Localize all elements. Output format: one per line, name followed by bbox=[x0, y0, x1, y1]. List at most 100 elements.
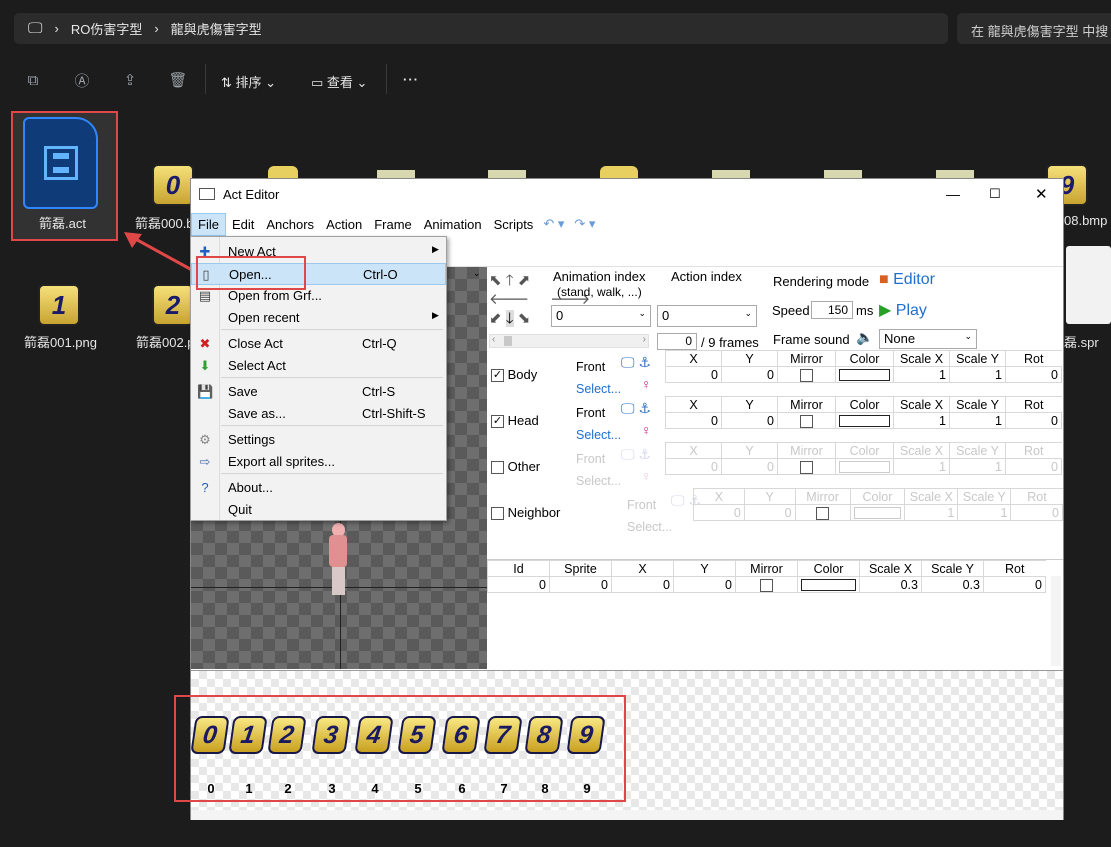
action-index-select[interactable]: 0 ⌄ bbox=[657, 305, 757, 327]
menu-action[interactable]: Action bbox=[320, 214, 368, 235]
horizontal-scrollbar[interactable] bbox=[191, 810, 1063, 820]
layer-value[interactable]: 0 bbox=[1005, 366, 1062, 383]
image-file-icon[interactable]: 0 bbox=[152, 164, 194, 206]
mirror-checkbox[interactable] bbox=[777, 412, 836, 429]
monitor-icon[interactable]: 🖵 bbox=[621, 446, 635, 462]
arrow-n-icon[interactable]: 🡑 bbox=[506, 272, 514, 289]
file-icon[interactable] bbox=[1066, 246, 1111, 324]
layer-value[interactable]: 0 bbox=[721, 412, 778, 429]
animation-index-select[interactable]: 0 ⌄ bbox=[551, 305, 651, 327]
redo-icon[interactable]: ↷ ▾ bbox=[574, 216, 595, 232]
layer-value[interactable]: 1 bbox=[949, 412, 1006, 429]
anchor-icon[interactable]: ⚓ bbox=[638, 400, 651, 416]
menu-animation[interactable]: Animation bbox=[418, 214, 488, 235]
arrow-ne-icon[interactable]: ⬈ bbox=[518, 272, 531, 289]
layer-value[interactable]: 0 bbox=[665, 458, 722, 475]
layer-neighbor-checkbox[interactable]: Neighbor bbox=[491, 505, 560, 521]
select-sprite-link[interactable]: Select... bbox=[627, 520, 672, 534]
mirror-checkbox[interactable] bbox=[777, 458, 836, 475]
menu-frame[interactable]: Frame bbox=[368, 214, 418, 235]
rendering-mode-button[interactable]: ■ Editor bbox=[879, 271, 935, 289]
direction-pad[interactable]: ⬉ 🡑 ⬈ 🡐 🡒 ⬋ 🡓 ⬊ bbox=[489, 271, 590, 329]
image-file-icon[interactable]: 2 bbox=[152, 284, 194, 326]
more-options-icon[interactable]: ··· bbox=[403, 72, 419, 87]
chevron-left-icon[interactable]: ‹ bbox=[492, 334, 495, 345]
address-bar[interactable]: 🖵 › RO伤害字型 › 龍與虎傷害字型 bbox=[14, 13, 948, 44]
female-icon[interactable]: ♀ bbox=[641, 468, 652, 484]
share-icon[interactable]: ⇪ bbox=[118, 68, 142, 92]
table-cell[interactable]: 0 bbox=[549, 576, 612, 593]
menu-file[interactable]: File bbox=[191, 212, 226, 236]
image-file-icon[interactable]: 1 bbox=[38, 284, 80, 326]
monitor-icon[interactable]: 🖵 bbox=[671, 492, 685, 508]
arrow-w-icon[interactable]: 🡐 bbox=[489, 291, 529, 308]
monitor-icon[interactable]: 🖵 bbox=[621, 354, 635, 370]
copy-icon[interactable]: ⧉ bbox=[21, 68, 45, 92]
layer-value[interactable]: 0 bbox=[665, 366, 722, 383]
checkbox[interactable]: ✓ bbox=[491, 415, 504, 429]
minimize-icon[interactable]: — bbox=[946, 186, 960, 202]
table-cell[interactable]: 0 bbox=[673, 576, 736, 593]
layer-value[interactable]: 0 bbox=[693, 504, 745, 521]
layer-value[interactable]: 1 bbox=[893, 366, 950, 383]
layer-value[interactable]: 1 bbox=[893, 458, 950, 475]
table-cell[interactable]: 0 bbox=[983, 576, 1046, 593]
monitor-icon[interactable]: 🖵 bbox=[621, 400, 635, 416]
menu-item-quit[interactable]: Quit bbox=[191, 499, 446, 521]
mirror-checkbox[interactable] bbox=[735, 576, 798, 593]
slider-thumb[interactable] bbox=[504, 336, 512, 346]
layer-other-checkbox[interactable]: Other bbox=[491, 459, 540, 475]
menu-item-close-act[interactable]: ✖ Close Act Ctrl-Q bbox=[191, 333, 446, 355]
speed-input[interactable]: 150 bbox=[811, 301, 853, 319]
layer-value[interactable]: 1 bbox=[957, 504, 1012, 521]
table-row[interactable]: 0 0 0 0 0.3 0.3 0 bbox=[487, 576, 1046, 593]
layer-value[interactable]: 1 bbox=[904, 504, 959, 521]
maximize-icon[interactable]: ☐ bbox=[989, 186, 1001, 202]
close-icon[interactable]: ✕ bbox=[1035, 185, 1048, 203]
color-swatch[interactable] bbox=[797, 576, 860, 593]
menu-item-save[interactable]: 💾 Save Ctrl-S bbox=[191, 381, 446, 403]
computer-icon[interactable]: 🖵 bbox=[28, 20, 42, 37]
arrow-nw-icon[interactable]: ⬉ bbox=[489, 272, 502, 289]
checkbox[interactable] bbox=[491, 507, 504, 521]
frame-sound-select[interactable]: None ⌄ bbox=[879, 329, 977, 349]
layer-value[interactable]: 1 bbox=[893, 412, 950, 429]
layer-value[interactable]: 0 bbox=[1010, 504, 1063, 521]
menu-anchors[interactable]: Anchors bbox=[260, 214, 320, 235]
arrow-sw-icon[interactable]: ⬋ bbox=[489, 310, 502, 327]
mirror-checkbox[interactable] bbox=[794, 504, 851, 521]
layer-value[interactable]: 0 bbox=[1005, 458, 1062, 475]
frame-slider[interactable]: ‹ › bbox=[489, 334, 649, 348]
table-cell[interactable]: 0 bbox=[611, 576, 674, 593]
mirror-checkbox[interactable] bbox=[777, 366, 836, 383]
color-swatch[interactable] bbox=[849, 504, 906, 521]
menu-item-save-as[interactable]: Save as... Ctrl-Shift-S bbox=[191, 403, 446, 425]
checkbox[interactable] bbox=[491, 461, 504, 475]
checkbox[interactable]: ✓ bbox=[491, 369, 504, 383]
view-button[interactable]: ▭ 查看 ⌄ bbox=[311, 72, 367, 91]
undo-icon[interactable]: ↶ ▾ bbox=[543, 216, 564, 232]
layer-head-checkbox[interactable]: ✓ Head bbox=[491, 413, 539, 429]
layer-value[interactable]: 0 bbox=[665, 412, 722, 429]
layer-value[interactable]: 0 bbox=[721, 366, 778, 383]
vertical-scrollbar[interactable] bbox=[1051, 576, 1061, 666]
file-name[interactable]: 磊.spr bbox=[1064, 332, 1099, 351]
female-icon[interactable]: ♀ bbox=[641, 376, 652, 392]
layer-body-checkbox[interactable]: ✓ Body bbox=[491, 367, 537, 383]
menu-item-select-act[interactable]: ⬇ Select Act bbox=[191, 355, 446, 377]
menu-item-open-recent[interactable]: Open recent ▶ bbox=[191, 307, 446, 329]
file-name[interactable]: 08.bmp bbox=[1064, 213, 1107, 228]
select-sprite-link[interactable]: Select... bbox=[576, 382, 621, 396]
search-input[interactable]: 在 龍與虎傷害字型 中搜 bbox=[957, 13, 1111, 44]
layer-value[interactable]: 0 bbox=[743, 504, 796, 521]
file-name[interactable]: 箭磊.act bbox=[39, 213, 86, 232]
layer-value[interactable]: 1 bbox=[949, 366, 1006, 383]
rename-icon[interactable]: Ⓐ bbox=[70, 68, 94, 92]
select-sprite-link[interactable]: Select... bbox=[576, 474, 621, 488]
file-name[interactable]: 箭磊002.p bbox=[136, 332, 195, 351]
table-cell[interactable]: 0.3 bbox=[859, 576, 922, 593]
layer-value[interactable]: 1 bbox=[949, 458, 1006, 475]
anchor-icon[interactable]: ⚓ bbox=[638, 354, 651, 370]
play-button[interactable]: ▶ Play bbox=[879, 300, 927, 320]
menu-edit[interactable]: Edit bbox=[226, 214, 260, 235]
